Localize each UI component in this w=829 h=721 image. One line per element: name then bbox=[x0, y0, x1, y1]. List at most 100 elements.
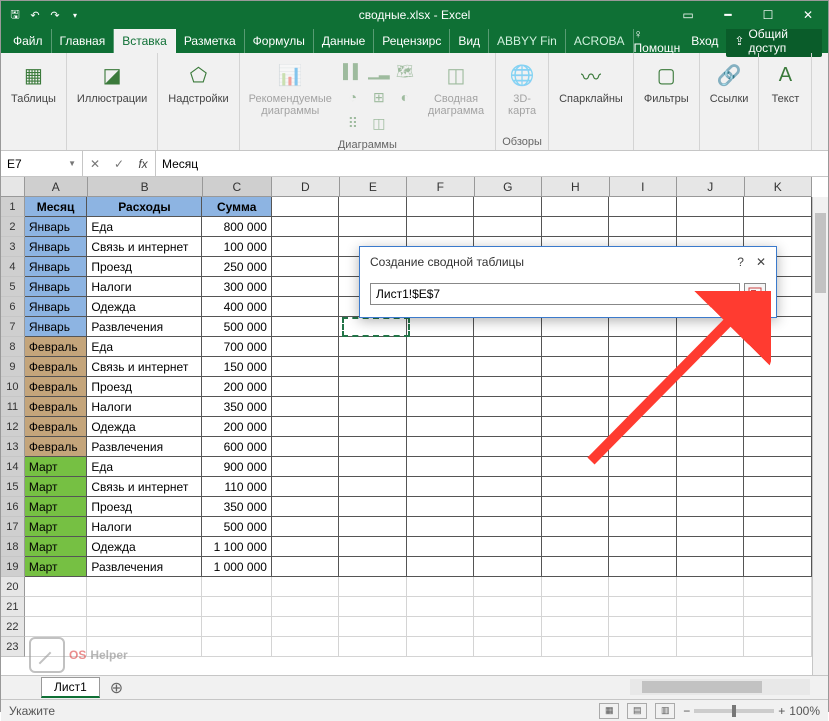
cell[interactable]: Март bbox=[25, 477, 88, 497]
redo-icon[interactable]: ↷ bbox=[47, 7, 63, 23]
cell[interactable]: 1 100 000 bbox=[202, 537, 271, 557]
tab-insert[interactable]: Вставка bbox=[114, 29, 176, 53]
cell[interactable]: Март bbox=[25, 457, 88, 477]
row-header[interactable]: 9 bbox=[1, 357, 25, 377]
zoom-slider[interactable]: −+ 100% bbox=[683, 704, 820, 718]
cell[interactable]: 150 000 bbox=[202, 357, 271, 377]
cell[interactable]: Март bbox=[25, 517, 88, 537]
cell[interactable]: Февраль bbox=[25, 337, 88, 357]
text-button[interactable]: AТекст bbox=[763, 57, 807, 107]
cell[interactable]: Налоги bbox=[87, 517, 202, 537]
dialog-help-icon[interactable]: ? bbox=[737, 255, 744, 269]
tab-view[interactable]: Вид bbox=[450, 29, 489, 53]
cell[interactable]: Налоги bbox=[87, 397, 202, 417]
cell[interactable]: Февраль bbox=[25, 417, 88, 437]
row-header[interactable]: 3 bbox=[1, 237, 25, 257]
save-icon[interactable]: 🖫 bbox=[7, 7, 23, 23]
cell[interactable]: Январь bbox=[25, 237, 88, 257]
formula-input[interactable] bbox=[156, 151, 828, 176]
tab-home[interactable]: Главная bbox=[52, 29, 115, 53]
cell[interactable]: 1 000 000 bbox=[202, 557, 271, 577]
page-break-icon[interactable]: ▥ bbox=[655, 703, 675, 719]
row-header[interactable]: 4 bbox=[1, 257, 25, 277]
row-header[interactable]: 5 bbox=[1, 277, 25, 297]
row-header[interactable]: 1 bbox=[1, 197, 25, 217]
links-button[interactable]: 🔗Ссылки bbox=[704, 57, 755, 107]
cell[interactable]: 350 000 bbox=[202, 497, 271, 517]
cell[interactable]: Развлечения bbox=[87, 317, 202, 337]
cell[interactable]: Одежда bbox=[87, 297, 202, 317]
sparklines-button[interactable]: 〰Спарклайны bbox=[553, 57, 629, 107]
cell[interactable]: 700 000 bbox=[202, 337, 271, 357]
cell[interactable]: Январь bbox=[25, 317, 88, 337]
cell[interactable]: Связь и интернет bbox=[87, 357, 202, 377]
cell[interactable]: 100 000 bbox=[202, 237, 271, 257]
new-sheet-icon[interactable]: ⊕ bbox=[102, 678, 131, 698]
cell[interactable]: Январь bbox=[25, 217, 88, 237]
qat-dropdown-icon[interactable]: ▾ bbox=[67, 7, 83, 23]
cancel-formula-icon[interactable]: ✕ bbox=[83, 157, 107, 171]
cell[interactable]: Январь bbox=[25, 297, 88, 317]
cell[interactable]: 200 000 bbox=[202, 417, 271, 437]
cell[interactable]: Связь и интернет bbox=[87, 477, 202, 497]
row-header[interactable]: 12 bbox=[1, 417, 25, 437]
undo-icon[interactable]: ↶ bbox=[27, 7, 43, 23]
cell[interactable]: Расходы bbox=[87, 197, 202, 217]
normal-view-icon[interactable]: ▦ bbox=[599, 703, 619, 719]
row-header[interactable]: 19 bbox=[1, 557, 25, 577]
cell[interactable]: Еда bbox=[87, 337, 202, 357]
row-header[interactable]: 8 bbox=[1, 337, 25, 357]
row-header[interactable]: 15 bbox=[1, 477, 25, 497]
dialog-close-icon[interactable]: ✕ bbox=[756, 255, 766, 269]
cell[interactable]: Февраль bbox=[25, 377, 88, 397]
cell[interactable]: Одежда bbox=[87, 537, 202, 557]
row-header[interactable]: 17 bbox=[1, 517, 25, 537]
tell-me[interactable]: ♀ Помощн bbox=[634, 27, 684, 55]
cell[interactable]: 250 000 bbox=[202, 257, 271, 277]
vertical-scrollbar[interactable] bbox=[812, 197, 828, 675]
minimize-icon[interactable]: ━ bbox=[708, 1, 748, 29]
cell[interactable]: Проезд bbox=[87, 377, 202, 397]
fx-icon[interactable]: fx bbox=[131, 157, 155, 171]
cell[interactable]: Февраль bbox=[25, 437, 88, 457]
cell[interactable]: Налоги bbox=[87, 277, 202, 297]
row-header[interactable]: 11 bbox=[1, 397, 25, 417]
tab-formulas[interactable]: Формулы bbox=[245, 29, 314, 53]
row-header[interactable]: 6 bbox=[1, 297, 25, 317]
create-pivot-dialog[interactable]: Создание сводной таблицы ? ✕ bbox=[359, 246, 777, 318]
row-header[interactable]: 22 bbox=[1, 617, 25, 637]
horizontal-scrollbar[interactable] bbox=[630, 679, 810, 695]
row-header[interactable]: 23 bbox=[1, 637, 25, 657]
cell[interactable]: Январь bbox=[25, 257, 88, 277]
row-header[interactable]: 18 bbox=[1, 537, 25, 557]
name-box[interactable]: E7▼ bbox=[1, 151, 83, 176]
cell[interactable]: Развлечения bbox=[87, 557, 202, 577]
cell[interactable]: 350 000 bbox=[202, 397, 271, 417]
row-header[interactable]: 2 bbox=[1, 217, 25, 237]
cell[interactable]: 300 000 bbox=[202, 277, 271, 297]
row-header[interactable]: 10 bbox=[1, 377, 25, 397]
tab-data[interactable]: Данные bbox=[314, 29, 374, 53]
tab-file[interactable]: Файл bbox=[5, 29, 52, 53]
ribbon-options-icon[interactable]: ▭ bbox=[668, 1, 708, 29]
page-layout-icon[interactable]: ▤ bbox=[627, 703, 647, 719]
cell[interactable]: Сумма bbox=[202, 197, 271, 217]
cell[interactable]: 110 000 bbox=[202, 477, 271, 497]
cell[interactable]: Проезд bbox=[87, 257, 202, 277]
tables-button[interactable]: ▦Таблицы bbox=[5, 57, 62, 107]
cell[interactable]: 200 000 bbox=[202, 377, 271, 397]
cell[interactable]: Март bbox=[25, 497, 88, 517]
column-headers[interactable]: ABC DEF GHI JK bbox=[25, 177, 812, 197]
sheet-tab[interactable]: Лист1 bbox=[41, 677, 100, 698]
row-header[interactable]: 21 bbox=[1, 597, 25, 617]
addins-button[interactable]: ⬠Надстройки bbox=[162, 57, 234, 107]
cell[interactable]: Март bbox=[25, 537, 88, 557]
cell[interactable]: Проезд bbox=[87, 497, 202, 517]
cell[interactable]: Февраль bbox=[25, 397, 88, 417]
cell[interactable]: 400 000 bbox=[202, 297, 271, 317]
row-header[interactable]: 13 bbox=[1, 437, 25, 457]
cell[interactable]: 900 000 bbox=[202, 457, 271, 477]
tab-abbyy[interactable]: ABBYY Fin bbox=[489, 29, 566, 53]
cell[interactable]: 500 000 bbox=[202, 517, 271, 537]
range-picker-icon[interactable] bbox=[744, 283, 766, 305]
